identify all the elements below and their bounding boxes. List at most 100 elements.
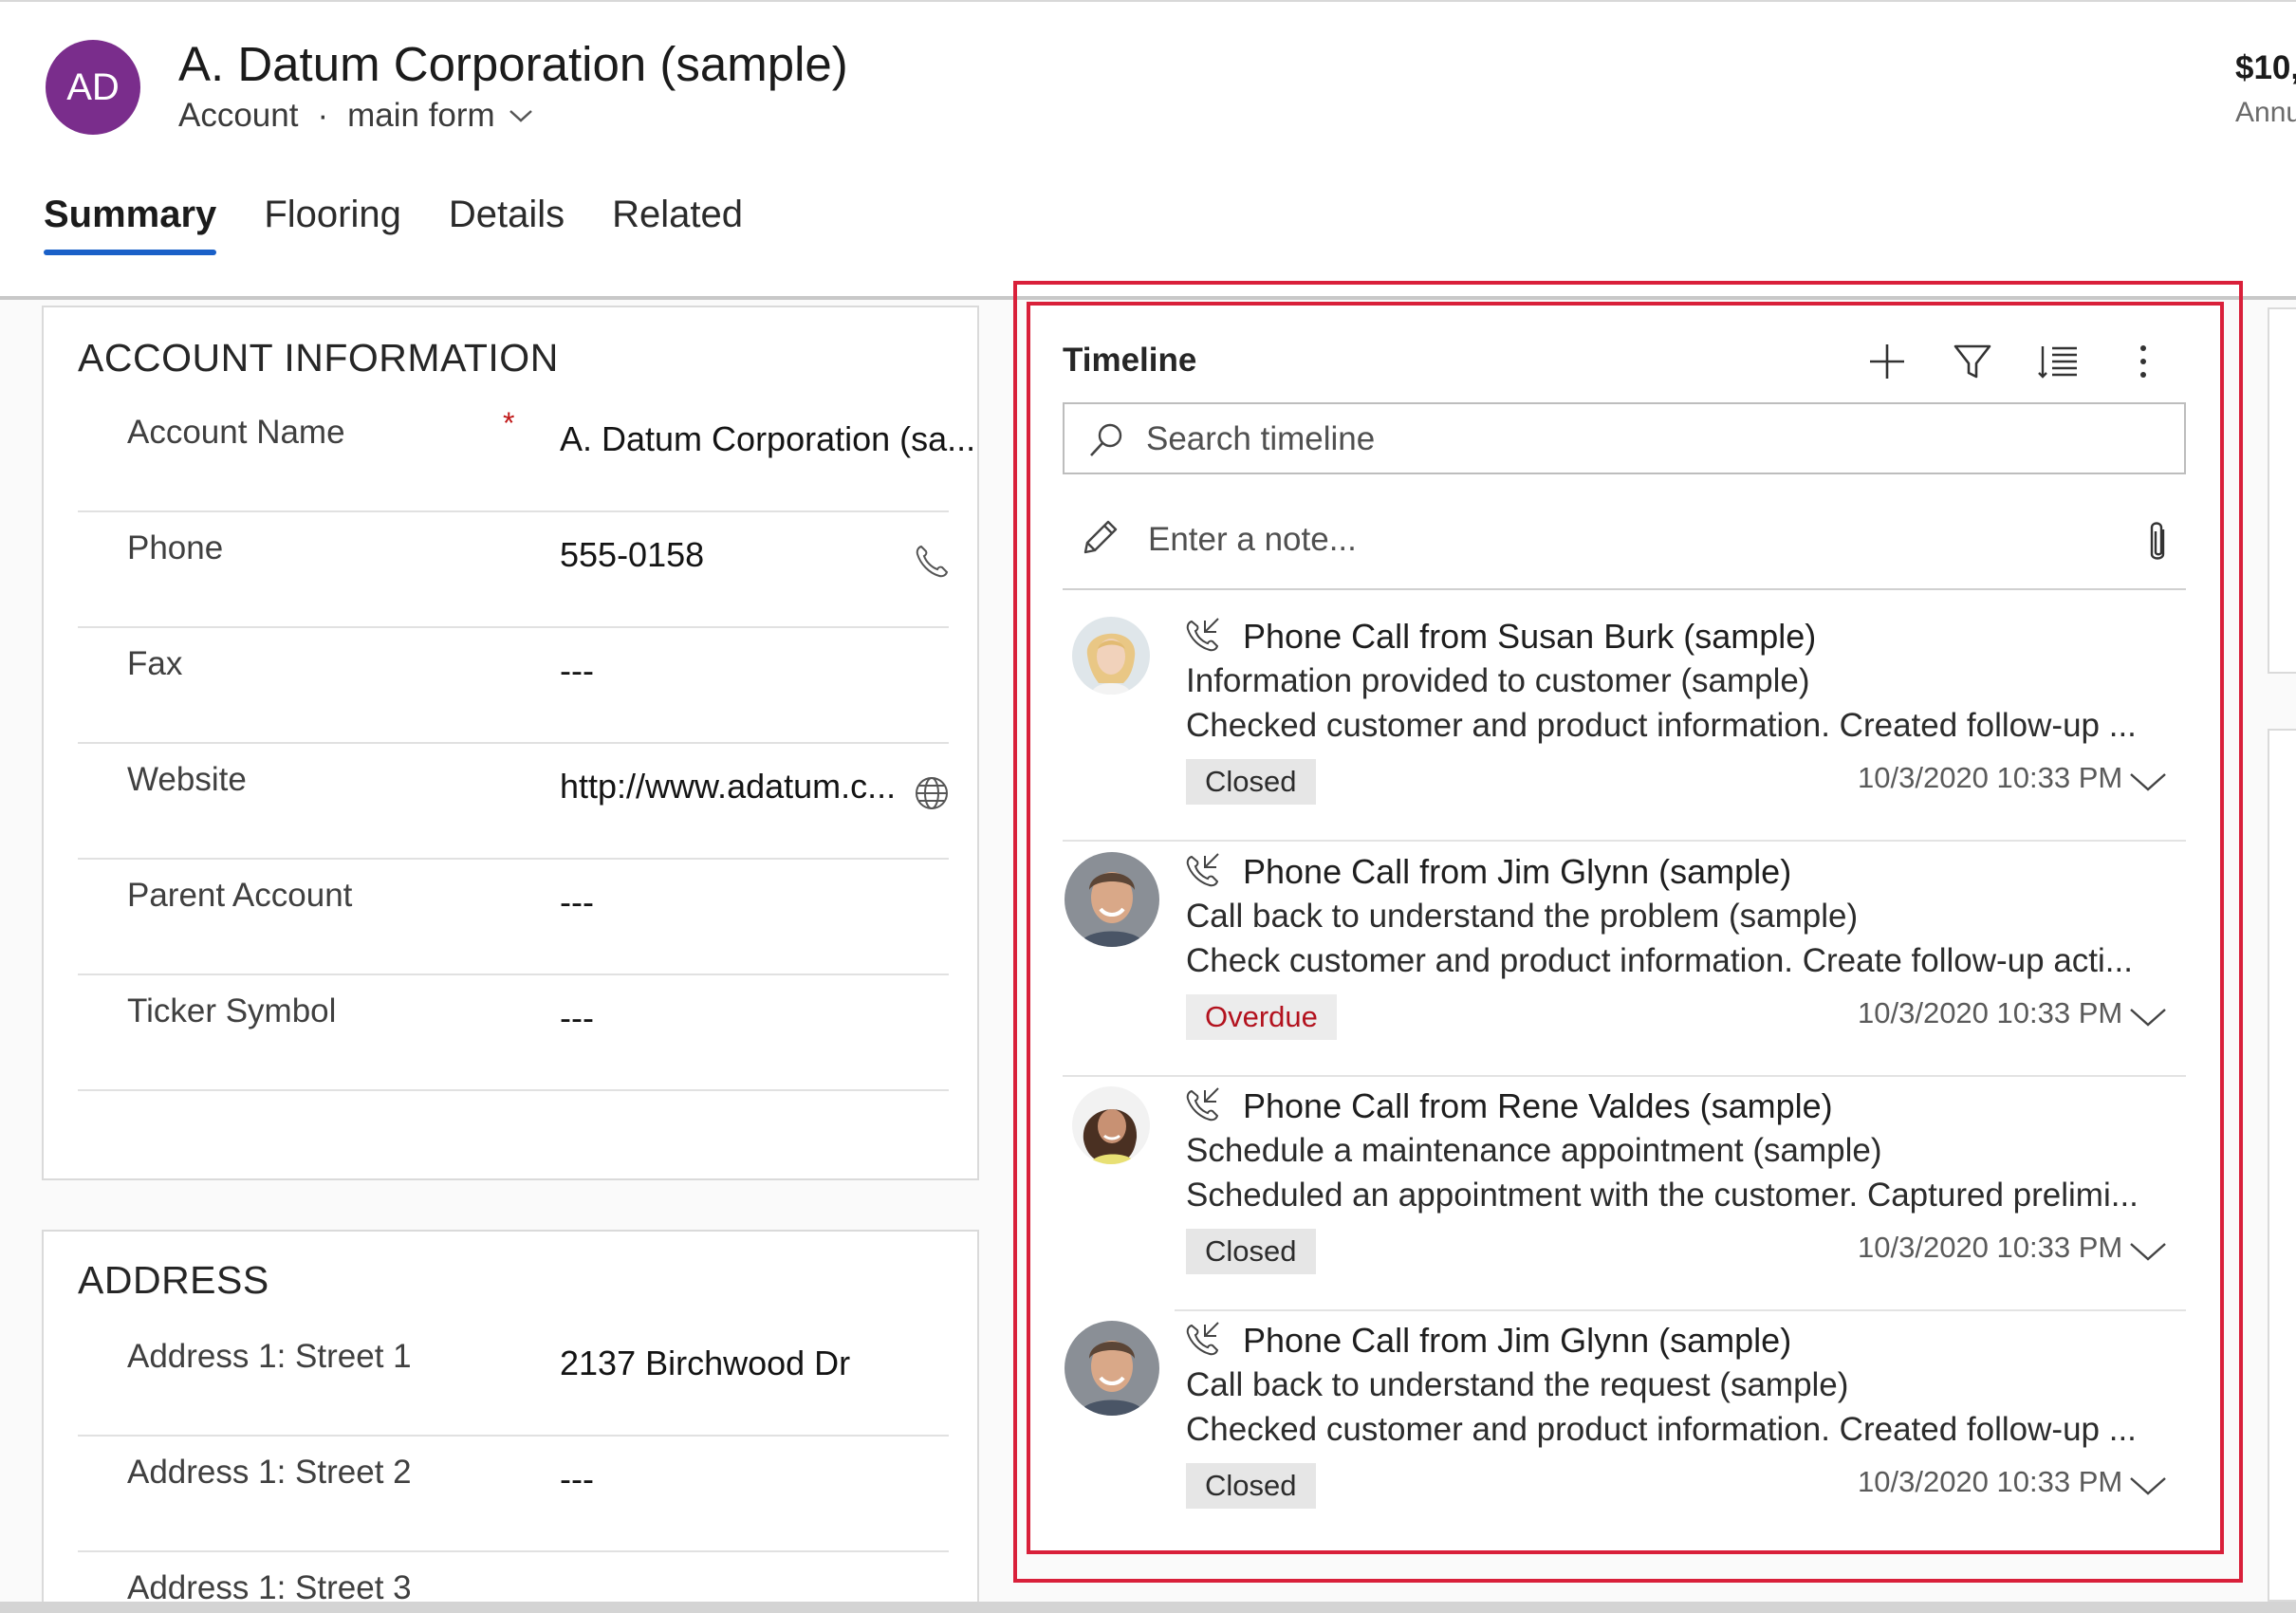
timeline-item[interactable]: Phone Call from Jim Glynn (sample) Call … (1063, 843, 2186, 1077)
sort-button[interactable] (2032, 336, 2083, 387)
tab-flooring[interactable]: Flooring (264, 194, 401, 255)
required-marker: * (503, 406, 515, 440)
globe-icon[interactable] (913, 774, 951, 812)
field-label: Account Name (127, 414, 345, 451)
subtitle-separator: · (317, 97, 329, 134)
field-account-name: Account Name * A. Datum Corporation (sa.… (78, 397, 975, 512)
phone-call-icon (1186, 1322, 1219, 1356)
chevron-down-icon (509, 110, 532, 122)
top-border (0, 0, 2296, 2)
header-field-label: Annu (2235, 97, 2296, 128)
filter-button[interactable] (1947, 336, 1998, 387)
search-icon (1090, 423, 1122, 456)
timeline-item[interactable]: Phone Call from Jim Glynn (sample) Call … (1063, 1311, 2186, 1546)
phone-call-icon (1186, 618, 1219, 652)
field-value[interactable]: A. Datum Corporation (sa... (560, 419, 975, 459)
tab-details[interactable]: Details (449, 194, 565, 255)
timeline-title: Timeline (1063, 342, 1197, 379)
avatar-jim (1065, 852, 1159, 947)
timeline-item[interactable]: Phone Call from Susan Burk (sample) Info… (1063, 607, 2186, 842)
avatar-jim (1065, 1321, 1159, 1416)
sort-list-icon (2038, 346, 2077, 379)
activity-title[interactable]: Phone Call from Jim Glynn (sample) (1243, 852, 1791, 892)
add-activity-button[interactable] (1861, 336, 1913, 387)
activity-description: Check customer and product information. … (1186, 942, 2133, 979)
field-value[interactable]: --- (560, 651, 594, 691)
field-value[interactable]: --- (560, 998, 594, 1038)
field-value[interactable]: 555-0158 (560, 535, 704, 575)
more-vertical-icon (2140, 345, 2146, 378)
activity-subject: Schedule a maintenance appointment (samp… (1186, 1132, 1882, 1169)
activity-subject: Information provided to customer (sample… (1186, 662, 1810, 699)
activity-title[interactable]: Phone Call from Susan Burk (sample) (1243, 617, 1816, 657)
section-title: ADDRESS (78, 1258, 269, 1302)
search-input[interactable] (1144, 414, 2154, 465)
pencil-icon (1083, 520, 1118, 554)
header-field-value: $10, (2235, 49, 2296, 86)
field-parent-account: Parent Account --- (78, 860, 949, 975)
activity-description: Checked customer and product information… (1186, 1411, 2137, 1448)
status-badge: Closed (1186, 1229, 1316, 1274)
form-selector[interactable]: main form (347, 97, 533, 135)
record-avatar: AD (46, 40, 140, 135)
activity-description: Scheduled an appointment with the custom… (1186, 1177, 2139, 1214)
account-information-section: ACCOUNT INFORMATION Account Name * A. Da… (42, 306, 979, 1180)
record-title: A. Datum Corporation (sample) (178, 37, 848, 91)
form-tabs: Summary Flooring Details Related (44, 194, 743, 255)
tab-related[interactable]: Related (612, 194, 743, 255)
filter-icon (1953, 344, 1991, 379)
activity-title[interactable]: Phone Call from Jim Glynn (sample) (1243, 1321, 1791, 1361)
attachment-icon[interactable] (2140, 518, 2175, 565)
field-address-street-1: Address 1: Street 1 2137 Birchwood Dr (78, 1321, 949, 1437)
field-label: Phone (127, 529, 224, 566)
status-badge: Closed (1186, 759, 1316, 805)
timeline-item[interactable]: Phone Call from Rene Valdes (sample) Sch… (1072, 1077, 2186, 1311)
chevron-down-icon[interactable] (2129, 1474, 2167, 1497)
avatar-rene (1072, 1086, 1150, 1164)
field-label: Fax (127, 645, 183, 682)
right-section-card (2268, 729, 2296, 1602)
add-icon (1870, 344, 1904, 379)
tab-summary[interactable]: Summary (44, 194, 217, 255)
avatar-initials: AD (66, 65, 120, 108)
field-label: Parent Account (127, 877, 353, 914)
note-input[interactable] (1146, 514, 2099, 565)
timeline-search (1063, 402, 2186, 474)
address-section: ADDRESS Address 1: Street 1 2137 Birchwo… (42, 1230, 979, 1609)
status-badge: Closed (1186, 1463, 1316, 1509)
activity-date: 10/3/2020 10:33 PM (1858, 996, 2123, 1029)
entity-name: Account (178, 97, 299, 134)
field-value[interactable]: http://www.adatum.c... (560, 767, 896, 806)
activity-subject: Call back to understand the request (sam… (1186, 1366, 1849, 1403)
field-label: Website (127, 761, 247, 798)
more-commands-button[interactable] (2118, 336, 2169, 387)
field-website: Website http://www.adatum.c... (78, 744, 949, 860)
field-label: Address 1: Street 2 (127, 1454, 412, 1491)
activity-date: 10/3/2020 10:33 PM (1858, 1231, 2123, 1264)
phone-call-icon (1186, 853, 1219, 887)
field-value[interactable]: 2137 Birchwood Dr (560, 1344, 850, 1383)
activity-subject: Call back to understand the problem (sam… (1186, 898, 1859, 935)
field-address-street-3: Address 1: Street 3 (78, 1552, 949, 1607)
field-label: Ticker Symbol (127, 992, 337, 1029)
chevron-down-icon[interactable] (2129, 1006, 2167, 1029)
field-ticker-symbol: Ticker Symbol --- (78, 975, 949, 1091)
avatar-susan (1072, 617, 1150, 695)
field-phone: Phone 555-0158 (78, 512, 949, 628)
note-composer (1063, 503, 2186, 590)
section-title: ACCOUNT INFORMATION (78, 336, 559, 380)
bottom-scroll-edge (0, 1602, 2296, 1613)
activity-date: 10/3/2020 10:33 PM (1858, 761, 2123, 794)
field-label: Address 1: Street 1 (127, 1338, 412, 1375)
form-name: main form (347, 97, 495, 134)
activity-description: Checked customer and product information… (1186, 707, 2137, 744)
activity-date: 10/3/2020 10:33 PM (1858, 1465, 2123, 1498)
activity-title[interactable]: Phone Call from Rene Valdes (sample) (1243, 1086, 1833, 1126)
field-value[interactable]: --- (560, 1459, 594, 1499)
phone-icon[interactable] (913, 543, 951, 581)
field-fax: Fax --- (78, 628, 949, 744)
chevron-down-icon[interactable] (2129, 1240, 2167, 1263)
field-value[interactable]: --- (560, 882, 594, 922)
right-section-card (2268, 307, 2296, 674)
chevron-down-icon[interactable] (2129, 770, 2167, 793)
